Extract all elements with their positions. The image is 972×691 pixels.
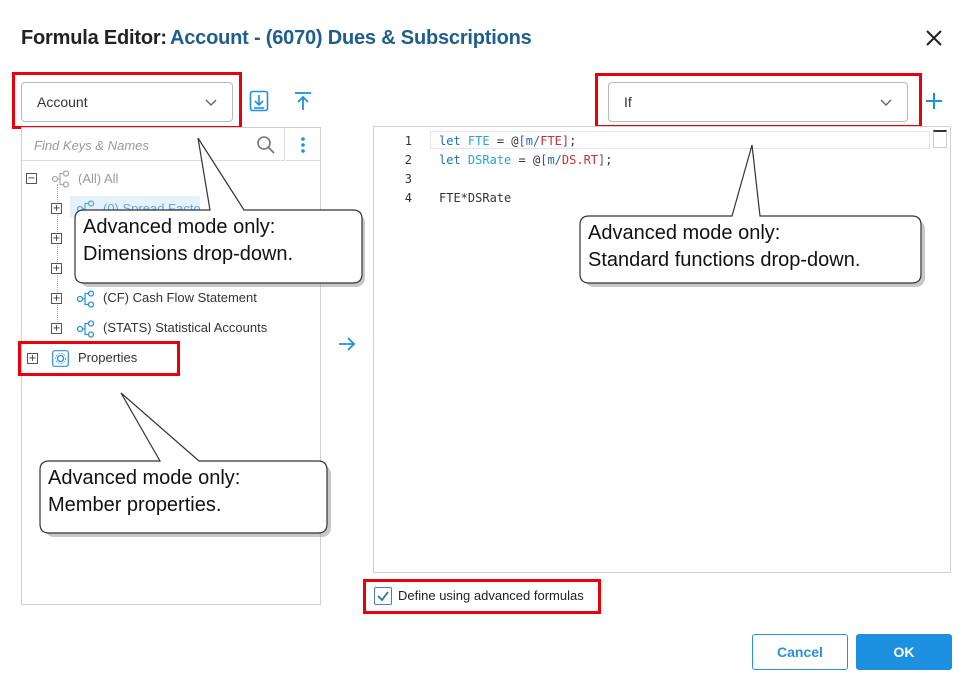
more-options-button[interactable] xyxy=(286,128,320,161)
expand-toggle[interactable]: + xyxy=(51,293,62,304)
highlight-function-select xyxy=(595,73,922,128)
dialog-label: Formula Editor: xyxy=(21,27,167,49)
code-line: let DSRate = @[m/DS.RT]; xyxy=(439,153,613,167)
tree-item-all[interactable]: − (All) All xyxy=(26,170,306,190)
tree-item-cash-flow[interactable]: + (CF) Cash Flow Statement xyxy=(51,290,311,310)
search-input[interactable]: Find Keys & Names xyxy=(34,138,149,153)
expand-toggle[interactable]: + xyxy=(51,323,62,334)
highlight-dimension-select xyxy=(12,72,242,129)
search-icon[interactable] xyxy=(256,135,276,155)
line-number: 1 xyxy=(404,134,412,148)
tree-item-label: (STATS) Statistical Accounts xyxy=(103,320,268,335)
callout-dimensions: Advanced mode only: Dimensions drop-down… xyxy=(83,216,294,265)
editor-scrollbar[interactable] xyxy=(933,130,947,148)
tree-item-label: (CF) Cash Flow Statement xyxy=(103,290,257,305)
add-icon[interactable] xyxy=(925,92,943,110)
tree-item-statistical[interactable]: + (STATS) Statistical Accounts xyxy=(51,320,311,340)
cancel-button[interactable]: Cancel xyxy=(752,634,848,670)
callout-functions: Advanced mode only: Standard functions d… xyxy=(588,222,861,271)
tree-item-hidden-1[interactable]: + xyxy=(51,230,71,250)
callout-properties: Advanced mode only: Member properties. xyxy=(48,467,241,516)
hierarchy-icon xyxy=(76,320,95,338)
kebab-menu-icon xyxy=(301,137,305,153)
insert-below-icon[interactable] xyxy=(249,90,269,112)
close-icon[interactable] xyxy=(922,26,946,50)
line-number: 2 xyxy=(404,153,412,167)
code-line: FTE*DSRate xyxy=(439,191,512,205)
dialog-title: Account - (6070) Dues & Subscriptions xyxy=(170,27,532,49)
ok-button[interactable]: OK xyxy=(856,634,952,670)
expand-toggle[interactable]: + xyxy=(51,233,62,244)
highlight-advanced-checkbox xyxy=(363,579,601,614)
code-line: let FTE = @[m/FTE]; xyxy=(439,134,577,148)
tree-item-hidden-2[interactable]: + xyxy=(51,260,71,280)
move-top-icon[interactable] xyxy=(292,90,314,112)
search-box[interactable]: Find Keys & Names xyxy=(22,128,285,161)
collapse-toggle[interactable]: − xyxy=(26,173,37,184)
expand-toggle[interactable]: + xyxy=(51,203,62,214)
hierarchy-icon xyxy=(51,170,70,188)
arrow-right-icon[interactable] xyxy=(338,336,356,352)
tree-item-label: (All) All xyxy=(78,171,119,186)
line-number: 3 xyxy=(404,172,412,186)
hierarchy-icon xyxy=(76,290,95,308)
highlight-properties xyxy=(18,341,180,376)
line-number: 4 xyxy=(404,191,412,205)
expand-toggle[interactable]: + xyxy=(51,263,62,274)
